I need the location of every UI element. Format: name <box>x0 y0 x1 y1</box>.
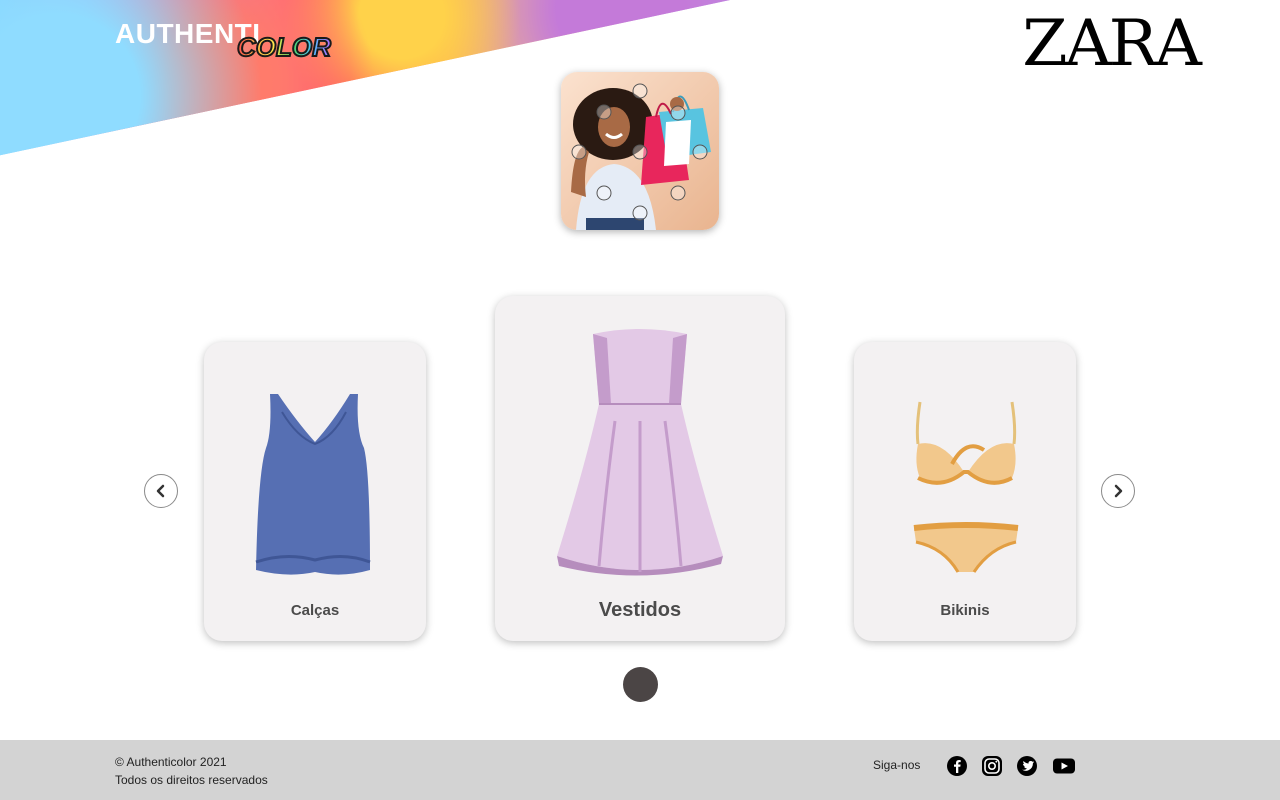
footer: © Authenticolor 2021 Todos os direitos r… <box>0 740 1280 800</box>
rights-text: Todos os direitos reservados <box>115 773 268 787</box>
bikini-icon <box>913 401 1019 573</box>
chevron-left-icon <box>156 484 165 498</box>
logo-text-color: COLOR <box>236 32 332 62</box>
category-label: Calças <box>290 602 340 619</box>
carousel-prev-button[interactable] <box>144 474 178 508</box>
youtube-icon[interactable] <box>1052 755 1076 777</box>
category-label: Vestidos <box>598 599 682 621</box>
dress-icon <box>557 329 723 576</box>
category-card-calcas[interactable]: Calças <box>204 342 426 641</box>
twitter-icon[interactable] <box>1016 755 1038 777</box>
footer-copyright: © Authenticolor 2021 Todos os direitos r… <box>115 753 268 789</box>
tank-top-icon <box>255 394 371 575</box>
carousel-page-indicator[interactable] <box>623 667 658 702</box>
category-card-bikinis[interactable]: Bikinis <box>854 342 1076 641</box>
carousel-next-button[interactable] <box>1101 474 1135 508</box>
zara-logo[interactable]: ZARA <box>1022 12 1202 76</box>
copyright-text: © Authenticolor 2021 <box>115 755 227 769</box>
instagram-icon[interactable] <box>981 755 1003 777</box>
hero-image <box>561 72 719 230</box>
authenticolor-logo[interactable]: AUTHENTI COLOR <box>115 20 332 62</box>
follow-label: Siga-nos <box>873 758 921 772</box>
category-label: Bikinis <box>940 602 990 619</box>
chevron-right-icon <box>1114 484 1123 498</box>
category-card-vestidos[interactable]: Vestidos <box>495 296 785 641</box>
facebook-icon[interactable] <box>946 755 968 777</box>
